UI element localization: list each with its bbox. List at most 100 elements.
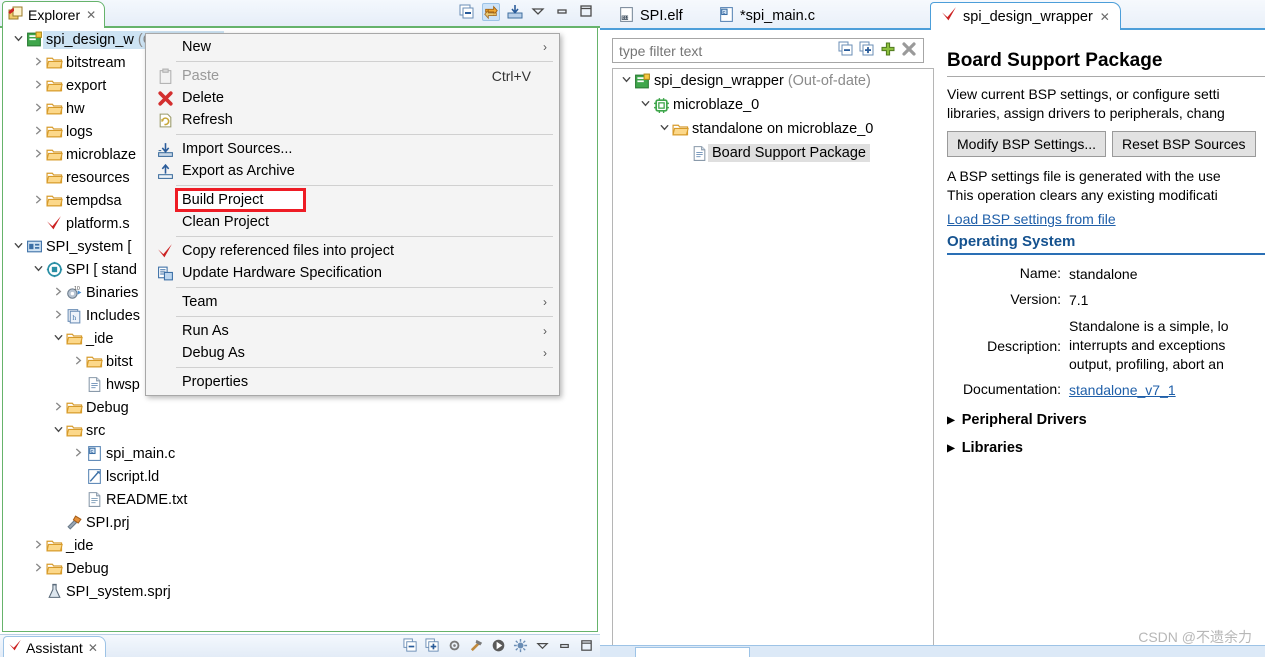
tree-twisty[interactable] — [619, 74, 633, 88]
view-menu-icon[interactable] — [535, 638, 550, 656]
menu-item-copy-referenced-files-into-project[interactable]: Copy referenced files into project — [146, 240, 559, 262]
tab-spi-elf[interactable]: 010 SPI.elf — [608, 2, 693, 30]
libraries-expander[interactable]: ▶ Libraries — [947, 440, 1265, 456]
tree-row[interactable]: microblaze_0 — [613, 93, 933, 117]
tree-row-label: microblaze — [66, 146, 137, 163]
tree-twisty[interactable] — [31, 79, 45, 93]
tree-twisty[interactable] — [11, 240, 25, 254]
field-documentation-label: Documentation: — [962, 381, 1061, 397]
tree-twisty[interactable] — [51, 286, 65, 300]
tree-twisty[interactable] — [31, 125, 45, 139]
view-menu-icon[interactable] — [530, 3, 548, 21]
tree-twisty[interactable] — [31, 562, 45, 576]
collapse-all-icon[interactable] — [458, 3, 476, 21]
field-documentation: Documentation: standalone_v7_1 — [947, 381, 1265, 400]
tree-twisty[interactable] — [51, 332, 65, 346]
expand-all-icon[interactable] — [425, 638, 440, 656]
tree-twisty[interactable] — [31, 102, 45, 116]
tab-spi-main-c[interactable]: c *spi_main.c — [708, 2, 825, 30]
filter-bar[interactable] — [612, 38, 924, 63]
field-description-value: Standalone is a simple, lo interrupts an… — [1069, 317, 1265, 374]
menu-item-clean-project[interactable]: Clean Project — [146, 211, 559, 233]
expand-all-icon[interactable] — [859, 41, 875, 60]
tab-spi-design-wrapper[interactable]: spi_design_wrapper ✕ — [930, 2, 1121, 30]
collapse-all-icon[interactable] — [838, 41, 854, 60]
tree-row[interactable]: README.txt — [3, 488, 597, 511]
svg-text:010: 010 — [622, 15, 630, 20]
maximize-icon[interactable] — [579, 638, 594, 656]
maximize-icon[interactable] — [578, 3, 596, 21]
tree-row-label: Debug — [66, 560, 109, 577]
build-hammer-icon[interactable] — [469, 638, 484, 656]
collapse-all-icon[interactable] — [403, 638, 418, 656]
tab-explorer[interactable]: Explorer ✕ — [2, 1, 106, 28]
tree-row[interactable]: standalone on microblaze_0 — [613, 117, 933, 141]
menu-item-run-as[interactable]: Run As › — [146, 320, 559, 342]
tree-row[interactable]: _ide — [3, 534, 597, 557]
run-icon[interactable] — [491, 638, 506, 656]
tree-twisty[interactable] — [11, 33, 25, 47]
menu-item-label: Build Project — [174, 188, 307, 212]
close-icon[interactable]: ✕ — [1100, 10, 1110, 24]
close-icon[interactable]: ✕ — [88, 641, 98, 655]
menu-item-new[interactable]: New › — [146, 36, 559, 58]
tree-twisty[interactable] — [51, 401, 65, 415]
tree-twisty[interactable] — [638, 98, 652, 112]
menu-separator — [176, 61, 553, 62]
project-icon — [25, 31, 43, 48]
documentation-link[interactable]: standalone_v7_1 — [1069, 382, 1176, 398]
explorer-tab-label: Explorer — [28, 7, 81, 23]
load-bsp-settings-link[interactable]: Load BSP settings from file — [947, 211, 1116, 227]
minimize-icon[interactable] — [557, 638, 572, 656]
tab-assistant[interactable]: Assistant ✕ — [3, 636, 106, 657]
tree-twisty[interactable] — [657, 122, 671, 136]
reset-bsp-sources-button[interactable]: Reset BSP Sources — [1112, 131, 1256, 157]
project-context-menu[interactable]: New › Paste Ctrl+V Delete Refresh Import Sourc… — [145, 33, 560, 396]
import-icon[interactable] — [506, 3, 524, 21]
close-icon[interactable]: ✕ — [86, 8, 96, 22]
tree-row[interactable]: lscript.ld — [3, 465, 597, 488]
menu-item-update-hardware-specification[interactable]: Update Hardware Specification — [146, 262, 559, 284]
menu-item-refresh[interactable]: Refresh — [146, 109, 559, 131]
menu-item-team[interactable]: Team › — [146, 291, 559, 313]
settings-gear-icon[interactable] — [447, 638, 462, 656]
tree-row[interactable]: Debug — [3, 396, 597, 419]
tree-twisty[interactable] — [71, 447, 85, 461]
tree-row[interactable]: SPI_system.sprj — [3, 580, 597, 603]
tree-twisty[interactable] — [31, 56, 45, 70]
peripheral-drivers-expander[interactable]: ▶ Peripheral Drivers — [947, 412, 1265, 428]
tree-twisty[interactable] — [51, 424, 65, 438]
tree-row[interactable]: spi_design_wrapper (Out-of-date) — [613, 69, 933, 93]
remove-icon[interactable] — [901, 41, 917, 60]
menu-item-export-as-archive[interactable]: Export as Archive — [146, 160, 559, 182]
menu-item-delete[interactable]: Delete — [146, 87, 559, 109]
bsp-tree[interactable]: spi_design_wrapper (Out-of-date) microbla… — [612, 68, 934, 657]
debug-icon[interactable] — [513, 638, 528, 656]
menu-item-debug-as[interactable]: Debug As › — [146, 342, 559, 364]
bottom-tab-partial[interactable] — [635, 647, 750, 657]
link-with-editor-icon[interactable] — [482, 3, 500, 21]
tree-twisty[interactable] — [31, 539, 45, 553]
menu-item-properties[interactable]: Properties — [146, 371, 559, 393]
filter-input[interactable] — [613, 41, 838, 60]
add-icon[interactable] — [880, 41, 896, 60]
editor-area: 010 SPI.elf c *spi_main.c spi_design_wrapper… — [600, 0, 1265, 657]
minimize-icon[interactable] — [554, 3, 572, 21]
menu-item-label: Run As — [182, 323, 229, 339]
menu-item-build-project[interactable]: Build Project — [146, 188, 559, 212]
tree-twisty[interactable] — [71, 355, 85, 369]
menu-item-import-sources[interactable]: Import Sources... — [146, 138, 559, 160]
section-divider — [947, 253, 1265, 255]
tree-row[interactable]: Board Support Package — [613, 141, 933, 165]
tree-row[interactable]: Debug — [3, 557, 597, 580]
tree-row[interactable]: SPI.prj — [3, 511, 597, 534]
tree-twisty[interactable] — [51, 309, 65, 323]
tree-row[interactable]: c spi_main.c — [3, 442, 597, 465]
tree-row[interactable]: src — [3, 419, 597, 442]
menu-item-paste[interactable]: Paste Ctrl+V — [146, 65, 559, 87]
modify-bsp-settings-button[interactable]: Modify BSP Settings... — [947, 131, 1107, 157]
chevron-right-icon: ▶ — [947, 414, 955, 426]
tree-twisty[interactable] — [31, 263, 45, 277]
tree-twisty[interactable] — [31, 194, 45, 208]
tree-twisty[interactable] — [31, 148, 45, 162]
